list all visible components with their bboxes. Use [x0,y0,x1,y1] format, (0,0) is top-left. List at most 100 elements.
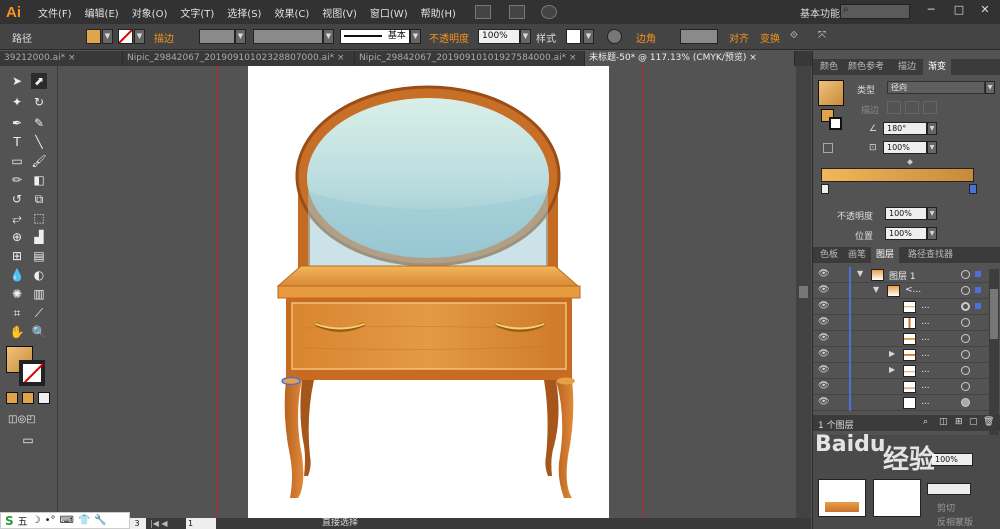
fill-swatch[interactable] [86,29,101,44]
ime-keyboard-icon[interactable]: ⌨ [60,515,74,526]
vertical-scrollbar[interactable] [796,66,811,518]
gradient-preview-swatch[interactable] [818,80,844,106]
opacity-label[interactable]: 不透明度 [429,30,469,45]
variable-width-field[interactable] [253,29,323,44]
menu-help[interactable]: 帮助(H) [421,5,456,20]
menu-edit[interactable]: 编辑(E) [85,5,119,20]
opacity-dropdown[interactable]: ▼ [520,29,531,44]
angle-field[interactable]: 180° [883,122,927,135]
transform-link[interactable]: 变换 [760,30,780,45]
aspect-ratio-field[interactable]: 100% [883,141,927,154]
direct-selection-tool-icon[interactable]: ⬈ [31,73,47,89]
width-tool-icon[interactable]: ⥂ [9,210,25,226]
menu-view[interactable]: 视图(V) [322,5,357,20]
visibility-eye-icon[interactable]: 👁 [818,381,830,391]
eraser-icon[interactable]: ◧ [31,172,47,188]
draw-mode-icon[interactable]: ◫◎◰ [8,412,36,428]
graphic-style-dropdown[interactable]: ▼ [583,29,594,44]
paintbrush-icon[interactable]: 🖌 [31,153,47,169]
brush-definition-field[interactable]: 基本 [340,29,410,44]
mesh-tool-icon[interactable]: ⊞ [9,248,25,264]
zoom-field[interactable]: 3 [128,518,146,529]
menu-file[interactable]: 文件(F) [38,5,72,20]
workspace-switcher[interactable]: 基本功能 [800,5,840,20]
tab-document-3[interactable]: Nipic_29842067_20190910101927584000.ai* … [355,51,585,66]
expand-chevron-icon[interactable]: ▶ [889,349,895,358]
expand-chevron-icon[interactable]: ▼ [873,285,879,294]
menu-select[interactable]: 选择(S) [227,5,261,20]
stroke-within-icon[interactable] [887,101,901,114]
tab-document-active[interactable]: 未标题-50* @ 117.13% (CMYK/预览) × [585,51,795,66]
expand-chevron-icon[interactable]: ▶ [889,365,895,374]
rectangle-tool-icon[interactable]: ▭ [9,153,25,169]
gradient-mode-icon[interactable] [22,392,34,404]
gradient-stroke-mini[interactable] [829,117,842,130]
location-field[interactable]: 100% [885,227,927,240]
visibility-eye-icon[interactable]: 👁 [818,301,830,311]
corner-label[interactable]: 边角 [636,30,656,45]
stroke-weight-field[interactable] [199,29,235,44]
target-circle-icon[interactable] [961,350,970,359]
layer-row-item[interactable]: 👁 ... [813,315,989,331]
target-circle-icon[interactable] [961,366,970,375]
document-canvas[interactable] [58,66,796,518]
menu-window[interactable]: 窗口(W) [370,5,408,20]
layer-row-item[interactable]: 👁 ... [813,331,989,347]
gradient-stop-end[interactable] [969,184,977,194]
tab-color[interactable]: 颜色 [815,59,843,75]
stroke-dropdown[interactable]: ▼ [134,29,145,44]
free-transform-icon[interactable]: ⬚ [31,210,47,226]
recolor-icon[interactable] [607,29,622,44]
selected-leg-cap[interactable] [281,376,301,386]
color-mode-icon[interactable] [6,392,18,404]
scrollbar-thumb[interactable] [799,286,808,298]
item-name[interactable]: ... [921,349,930,359]
stroke-swatch[interactable] [118,29,133,44]
target-circle-icon[interactable] [961,398,970,407]
gradient-type-dropdown[interactable]: ▼ [985,81,995,94]
item-name[interactable]: ... [921,301,930,311]
item-name[interactable]: ... [921,317,930,327]
sync-icon[interactable] [540,5,557,19]
layer-row-item[interactable]: 👁 ▶ ... [813,347,989,363]
pen-tool-icon[interactable]: ✒ [9,115,25,131]
tab-brushes[interactable]: 画笔 [843,247,871,263]
stroke-along-icon[interactable] [905,101,919,114]
layer-row-item[interactable]: 👁 ... [813,299,989,315]
ime-moon-icon[interactable]: ☽ [32,515,41,526]
bridge-icon[interactable] [474,5,491,19]
tab-stroke[interactable]: 描边 [893,59,921,75]
angle-dropdown[interactable]: ▼ [927,122,937,135]
slice-tool-icon[interactable]: ⟋ [31,305,47,321]
page-nav-arrows[interactable]: |◀ ◀ [150,518,168,529]
isolate-icon[interactable]: ⟐ [790,30,798,41]
layer-row-item[interactable]: 👁 ... [813,395,989,411]
eyedropper-icon[interactable]: 💧 [9,267,25,283]
fill-dropdown[interactable]: ▼ [102,29,113,44]
visibility-eye-icon[interactable]: 👁 [818,397,830,407]
help-search-input[interactable]: ⌕ [840,4,910,19]
opacity-field[interactable]: 100% [478,29,520,44]
sogou-icon[interactable]: S [5,514,14,528]
item-name[interactable]: ... [921,397,930,407]
gradient-slider[interactable] [821,168,974,182]
target-circle-icon[interactable] [961,334,970,343]
gradient-stop-start[interactable] [821,184,829,194]
hand-tool-icon[interactable]: ✋ [9,324,25,340]
stroke-label[interactable]: 描边 [154,30,174,45]
tab-color-guide[interactable]: 颜色参考 [843,59,889,75]
stroke-across-icon[interactable] [923,101,937,114]
line-tool-icon[interactable]: ╲ [31,134,47,150]
visibility-eye-icon[interactable]: 👁 [818,269,830,279]
item-name[interactable]: ... [921,365,930,375]
panel-menu-icon[interactable]: ⤧ [818,30,826,41]
tab-gradient[interactable]: 渐变 [923,59,952,75]
visibility-eye-icon[interactable]: 👁 [818,317,830,327]
location-dropdown[interactable]: ▼ [927,227,937,240]
tab-document-2[interactable]: Nipic_29842067_20190910102328807000.ai* … [123,51,355,66]
gradient-type-select[interactable]: 径向 [887,81,985,94]
target-circle-icon[interactable] [961,286,970,295]
variable-width-dropdown[interactable]: ▼ [323,29,334,44]
menu-object[interactable]: 对象(O) [132,5,168,20]
align-link[interactable]: 对齐 [729,30,749,45]
